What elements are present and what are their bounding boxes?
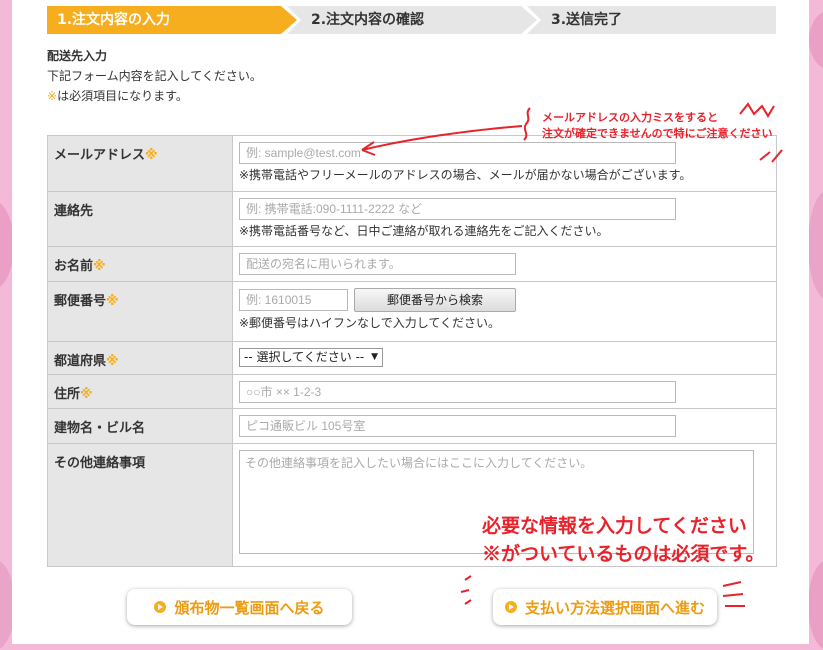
form-row-address: 住所※ ○○市 ×× 1-2-3: [47, 374, 777, 409]
form-row-building: 建物名・ビル名 ピコ通販ビル 105号室: [47, 408, 777, 444]
decorative-donut-right-top: [809, 10, 823, 70]
contact-note: ※携帯電話番号など、日中ご連絡が取れる連絡先をご記入ください。: [239, 224, 609, 238]
form-row-name: お名前※ 配送の宛名に用いられます。: [47, 246, 777, 282]
decorative-donut-right-bottom: [808, 560, 823, 650]
step-complete: 3.送信完了: [527, 6, 776, 34]
form-row-contact: 連絡先 例: 携帯電話:090-1111-2222 など ※携帯電話番号など、日…: [47, 191, 777, 247]
section-heading: 配送先入力: [47, 49, 108, 63]
contact-input[interactable]: 例: 携帯電話:090-1111-2222 など: [239, 198, 676, 220]
main-panel: 1.注文内容の入力 2.注文内容の確認 3.送信完了 配送先入力 下記フォーム内…: [12, 0, 809, 644]
shipping-form-table: メールアドレス※ 例: sample@test.com ※携帯電話やフリーメール…: [47, 135, 777, 567]
proceed-to-payment-button[interactable]: 支払い方法選択画面へ進む: [493, 589, 717, 625]
name-label: お名前※: [47, 246, 233, 282]
address-label: 住所※: [47, 374, 233, 409]
progress-steps: 1.注文内容の入力 2.注文内容の確認 3.送信完了: [47, 6, 776, 34]
building-input[interactable]: ピコ通販ビル 105号室: [239, 415, 676, 437]
building-label: 建物名・ビル名: [47, 408, 233, 444]
contact-label: 連絡先: [47, 191, 233, 247]
email-label: メールアドレス※: [47, 135, 233, 192]
postal-label: 郵便番号※: [47, 281, 233, 342]
form-row-postal: 郵便番号※ 例: 1610015 郵便番号から検索 ※郵便番号はハイフンなしで入…: [47, 281, 777, 342]
email-warning-annotation: メールアドレスの入力ミスをすると 注文が確定できませんので特にご注意ください: [542, 111, 773, 140]
postal-search-button[interactable]: 郵便番号から検索: [354, 288, 516, 312]
dropdown-arrow-icon: ▼: [371, 352, 378, 362]
prefecture-label: 都道府県※: [47, 341, 233, 375]
postal-note: ※郵便番号はハイフンなしで入力してください。: [239, 316, 500, 330]
postal-code-input[interactable]: 例: 1610015: [239, 289, 348, 311]
other-label: その他連絡事項: [47, 443, 233, 567]
intro-line2: ※は必須項目になります。: [47, 89, 188, 103]
required-info-annotation: 必要な情報を入力してください ※がついているものは必須です。: [482, 515, 765, 565]
form-row-prefecture: 都道府県※ -- 選択してください -- ▼: [47, 341, 777, 375]
decorative-donut-right-middle: [808, 190, 823, 300]
step-confirm: 2.注文内容の確認: [287, 6, 537, 34]
address-input[interactable]: ○○市 ×× 1-2-3: [239, 381, 676, 403]
arrow-right-circle-icon: [504, 601, 517, 613]
name-input[interactable]: 配送の宛名に用いられます。: [239, 253, 516, 275]
prefecture-select[interactable]: -- 選択してください -- ▼: [239, 348, 383, 367]
arrow-right-circle-icon: [154, 601, 167, 613]
intro-text: 配送先入力 下記フォーム内容を記入してください。 ※は必須項目になります。: [47, 46, 262, 106]
back-to-list-button[interactable]: 頒布物一覧画面へ戻る: [127, 589, 352, 625]
intro-line1: 下記フォーム内容を記入してください。: [47, 69, 262, 83]
step-input: 1.注文内容の入力: [47, 6, 297, 34]
